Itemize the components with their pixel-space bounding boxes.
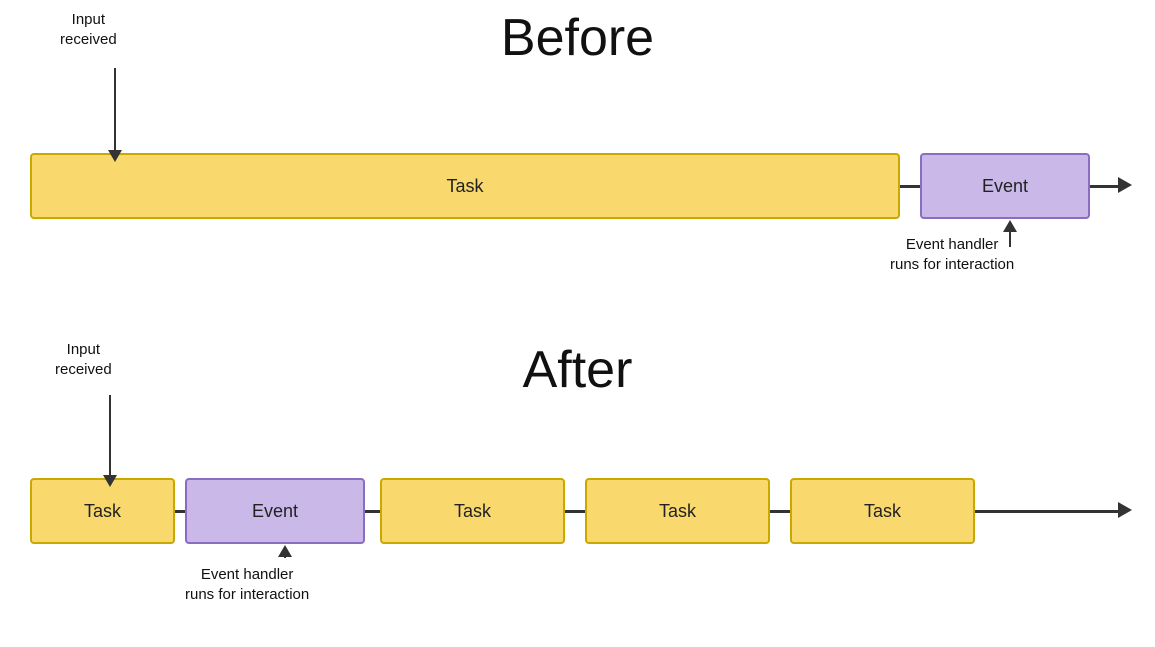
- after-input-label: Inputreceived: [55, 341, 112, 378]
- diagram-container: Before Task Event Inputreceived Event ha…: [0, 0, 1155, 647]
- before-input-annotation: Inputreceived: [60, 10, 117, 49]
- after-task1-box: Task: [30, 478, 175, 544]
- after-input-arrow: [103, 395, 117, 487]
- before-event-box: Event: [920, 153, 1090, 219]
- before-title: Before: [501, 8, 654, 68]
- before-task-box: Task: [30, 153, 900, 219]
- after-input-annotation: Inputreceived: [55, 340, 112, 379]
- before-event-handler-annotation: Event handlerruns for interaction: [890, 235, 1014, 274]
- after-event-handler-label: Event handlerruns for interaction: [185, 566, 309, 603]
- after-event-box: Event: [185, 478, 365, 544]
- after-task3-box: Task: [585, 478, 770, 544]
- after-task2-box: Task: [380, 478, 565, 544]
- after-task3-label: Task: [659, 501, 696, 522]
- before-timeline-arrow: [1118, 177, 1132, 193]
- after-event-handler-arrow: [278, 545, 292, 558]
- after-task1-label: Task: [84, 501, 121, 522]
- before-event-handler-label: Event handlerruns for interaction: [890, 236, 1014, 273]
- before-task-label: Task: [446, 176, 483, 197]
- after-task4-box: Task: [790, 478, 975, 544]
- after-timeline-arrow: [1118, 502, 1132, 518]
- after-task4-label: Task: [864, 501, 901, 522]
- before-input-label: Inputreceived: [60, 11, 117, 48]
- before-event-label: Event: [982, 176, 1028, 197]
- before-input-arrow: [108, 68, 122, 162]
- after-task2-label: Task: [454, 501, 491, 522]
- before-event-handler-arrow: [1003, 220, 1017, 247]
- after-event-handler-annotation: Event handlerruns for interaction: [185, 565, 309, 604]
- after-event-label: Event: [252, 501, 298, 522]
- after-title: After: [523, 340, 633, 400]
